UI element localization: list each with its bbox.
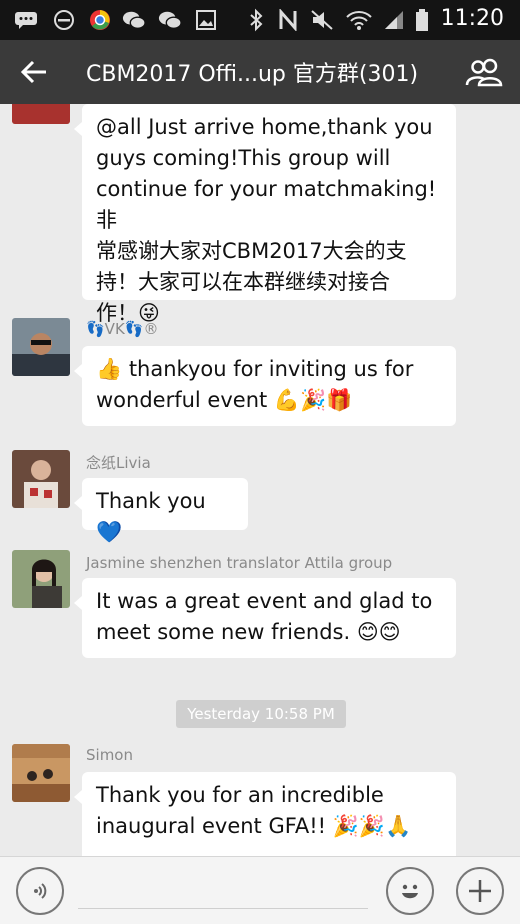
- message-bubble[interactable]: 👍 thankyou for inviting us for wonderful…: [74, 346, 456, 426]
- message-bubble[interactable]: Thank you for an incredible inaugural ev…: [74, 772, 456, 856]
- message-line: @all Just arrive home,thank you: [96, 115, 433, 139]
- message-line: Thank you 💙: [96, 489, 206, 544]
- message-line: wonderful event 💪🎉🎁: [96, 388, 353, 412]
- message-line: 常感谢大家对CBM2017大会的支: [96, 239, 407, 263]
- voice-button[interactable]: [16, 867, 64, 915]
- message-line: 👍 thankyou for inviting us for: [96, 357, 414, 381]
- chat-title: CBM2017 Offi...up 官方群(301): [86, 62, 419, 87]
- message-icon: [14, 8, 38, 32]
- status-bar: 11:20: [0, 0, 520, 40]
- status-time: 11:20: [440, 6, 504, 31]
- timestamp-divider: Yesterday 10:58 PM: [176, 700, 346, 728]
- wechat-icon: [122, 8, 146, 32]
- sender-name: Simon: [86, 746, 133, 764]
- message-bubble[interactable]: @all Just arrive home,thank you guys com…: [74, 104, 456, 325]
- avatar[interactable]: [12, 744, 70, 802]
- input-bar: [0, 856, 520, 924]
- emoji-button[interactable]: [386, 867, 434, 915]
- emoji-icon: [402, 884, 418, 899]
- signal-icon: [382, 8, 406, 32]
- battery-icon: [410, 8, 434, 32]
- voice-icon: [34, 883, 47, 899]
- wifi-icon: [344, 8, 374, 32]
- wechat-icon: [158, 8, 182, 32]
- sender-name: Jasmine shenzhen translator Attila group: [86, 554, 393, 572]
- message-input[interactable]: [78, 875, 368, 909]
- do-not-disturb-icon: [52, 8, 76, 32]
- nfc-icon: [276, 8, 300, 32]
- plus-icon: [469, 880, 491, 902]
- message-line: Thank you for an incredible: [96, 783, 384, 807]
- chrome-icon: [88, 8, 112, 32]
- back-arrow-icon: [20, 60, 46, 84]
- sender-name: 念纸Livia: [86, 454, 151, 472]
- avatar[interactable]: [12, 104, 70, 124]
- message-line: 持！大家可以在本群继续对接合: [96, 270, 390, 294]
- bluetooth-icon: [244, 8, 268, 32]
- message-list[interactable]: @all Just arrive home,thank you guys com…: [0, 104, 520, 856]
- group-members-button[interactable]: [462, 54, 506, 90]
- mute-icon: [310, 8, 334, 32]
- sender-name: 👣VK👣®: [86, 320, 159, 338]
- more-button[interactable]: [456, 867, 504, 915]
- message-line: It was a great event and glad to: [96, 589, 433, 613]
- avatar[interactable]: [12, 550, 70, 608]
- message-line: inaugural event GFA!! 🎉🎉🙏: [96, 814, 412, 838]
- avatar[interactable]: [12, 318, 70, 376]
- message-line: meet some new friends. 😊😊: [96, 620, 401, 644]
- chat-header: CBM2017 Offi...up 官方群(301): [0, 40, 520, 104]
- message-bubble[interactable]: Thank you 💙: [74, 478, 248, 544]
- group-members-icon: [465, 58, 503, 87]
- back-button[interactable]: [14, 54, 54, 90]
- avatar[interactable]: [12, 450, 70, 508]
- message-bubble[interactable]: It was a great event and glad to meet so…: [74, 578, 456, 658]
- message-line: guys coming!This group will: [96, 146, 391, 170]
- gallery-icon: [194, 8, 218, 32]
- message-line: continue for your matchmaking!非: [96, 177, 437, 232]
